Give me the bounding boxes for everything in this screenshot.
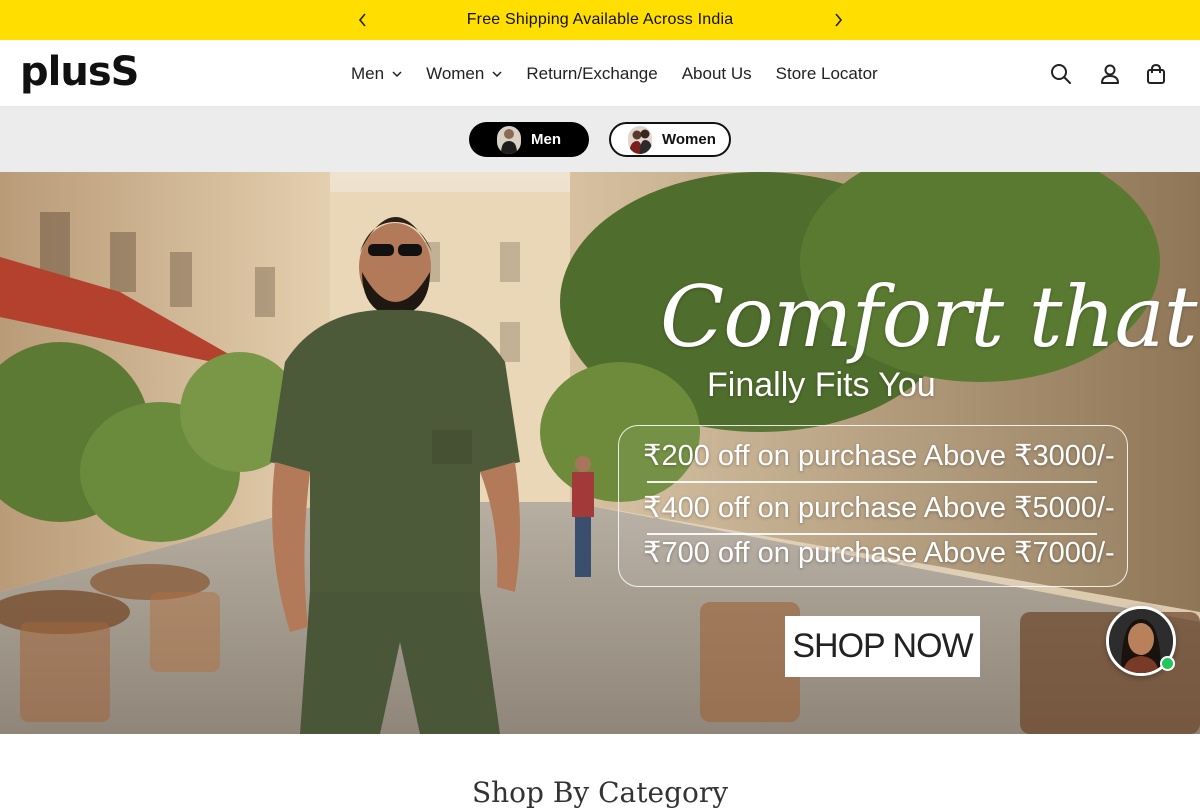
gender-switch-bar: Men Women	[0, 107, 1200, 172]
announcement-bar: Free Shipping Available Across India	[0, 0, 1200, 40]
women-toggle-label: Women	[662, 131, 716, 148]
women-thumbnail	[628, 125, 652, 154]
offer-line: ₹700 off on purchase Above ₹7000/-	[643, 537, 1115, 569]
chevron-right-icon[interactable]	[828, 10, 848, 30]
offer-line: ₹400 off on purchase Above ₹5000/-	[643, 492, 1115, 524]
nav-item-label: Return/Exchange	[526, 64, 658, 83]
site-header: plusS Men Women Return/Exchange About Us…	[0, 40, 1200, 107]
chevron-down-icon	[492, 69, 502, 79]
chevron-down-icon	[392, 69, 402, 79]
nav-item-label: Men	[351, 64, 385, 83]
chevron-left-icon[interactable]	[353, 10, 373, 30]
men-toggle-label: Men	[531, 131, 561, 148]
nav-item-label: Women	[426, 64, 485, 83]
main-nav: Men Women Return/Exchange About Us Store…	[339, 62, 890, 86]
men-toggle-button[interactable]: Men	[469, 122, 589, 157]
hero-subtitle: Finally Fits You	[707, 366, 936, 404]
nav-item-label: About Us	[681, 64, 752, 83]
shop-now-button[interactable]: SHOP NOW	[785, 616, 980, 677]
men-thumbnail	[497, 125, 521, 154]
women-toggle-button[interactable]: Women	[609, 122, 731, 157]
nav-item-about-us[interactable]: About Us	[670, 62, 764, 86]
shopping-bag-icon[interactable]	[1144, 62, 1168, 86]
nav-item-label: Store Locator	[775, 64, 878, 83]
nav-item-return-exchange[interactable]: Return/Exchange	[514, 62, 669, 86]
brand-logo[interactable]: plusS	[20, 50, 139, 94]
online-status-indicator	[1160, 656, 1175, 671]
hero-banner[interactable]: Comfort that Finally Fits You ₹200 off o…	[0, 172, 1200, 734]
account-icon[interactable]	[1098, 62, 1122, 86]
announcement-text: Free Shipping Available Across India	[466, 11, 734, 28]
nav-item-men[interactable]: Men	[339, 62, 414, 86]
offer-line: ₹200 off on purchase Above ₹3000/-	[643, 440, 1115, 472]
nav-item-women[interactable]: Women	[414, 62, 514, 86]
nav-item-store-locator[interactable]: Store Locator	[764, 62, 890, 86]
offers-box: ₹200 off on purchase Above ₹3000/- ₹400 …	[618, 425, 1128, 587]
hero-title: Comfort that	[660, 268, 1197, 366]
search-icon[interactable]	[1049, 62, 1073, 86]
offer-divider	[647, 481, 1097, 483]
shop-by-category-heading: Shop By Category	[471, 776, 729, 809]
